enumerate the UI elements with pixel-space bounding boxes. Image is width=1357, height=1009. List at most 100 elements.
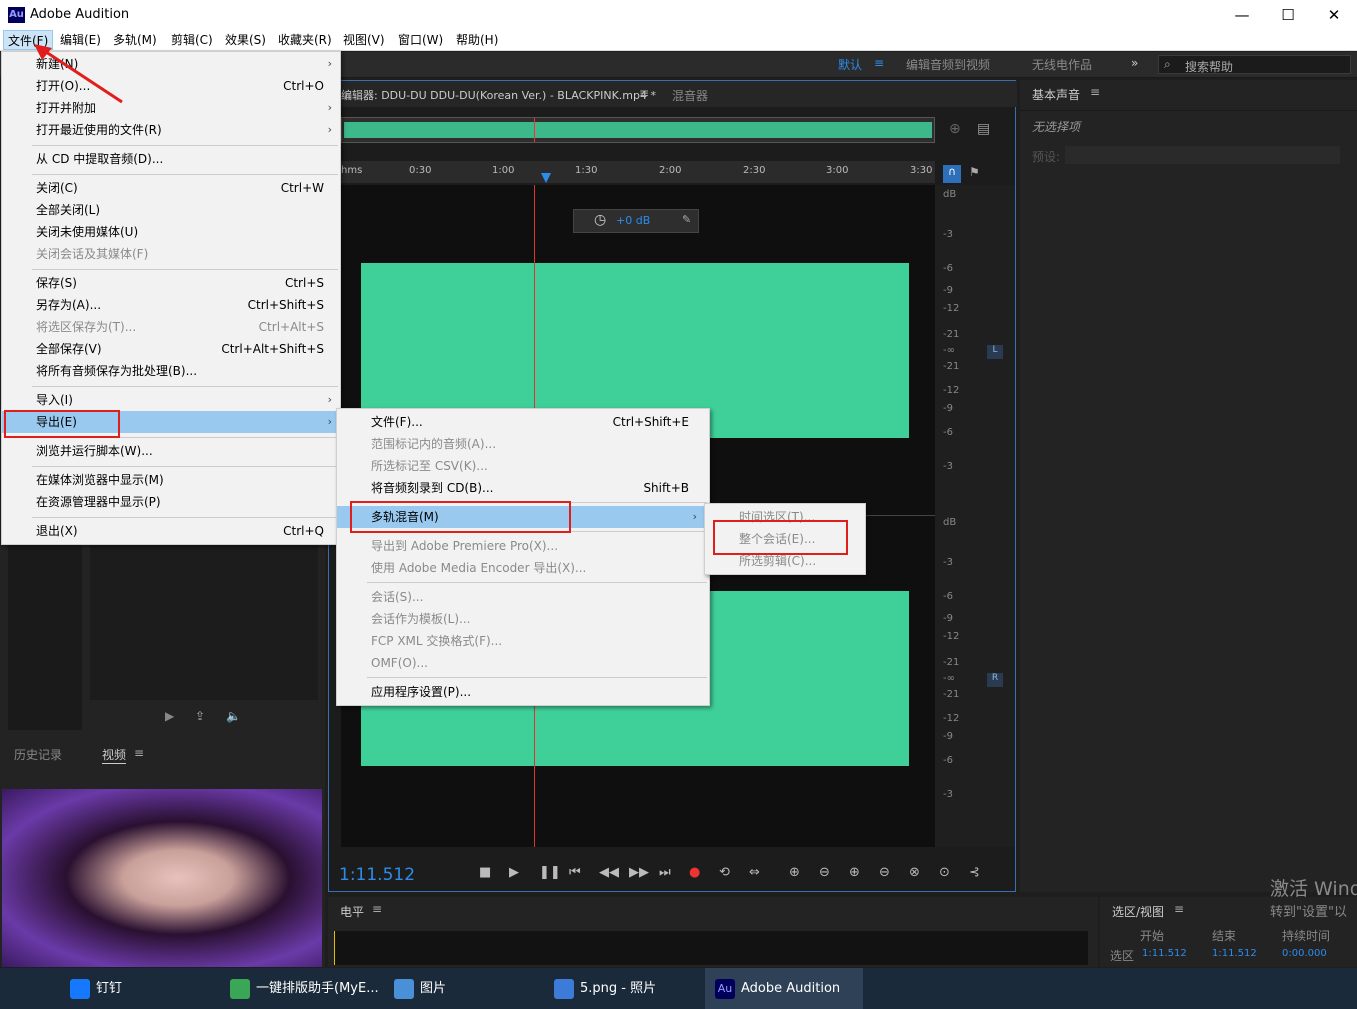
gain-value: +0 dB bbox=[616, 214, 651, 227]
menu-item-label: 保存(S) bbox=[36, 276, 77, 290]
workspace-radio[interactable]: 无线电作品 bbox=[1032, 56, 1092, 73]
close-button[interactable]: ✕ bbox=[1311, 0, 1357, 30]
stop-icon[interactable]: ■ bbox=[479, 865, 491, 880]
file-menu-save[interactable]: 保存(S) Ctrl+S bbox=[2, 272, 340, 294]
channel-l-badge[interactable]: L bbox=[987, 345, 1003, 359]
taskbar-dingtalk[interactable]: 钉钉 bbox=[70, 968, 122, 1009]
forward-icon[interactable]: ▶▶ bbox=[629, 865, 649, 880]
zoom-in-amplitude-icon[interactable]: ⊕ bbox=[789, 865, 800, 880]
selview-menu-icon[interactable]: ≡ bbox=[1174, 902, 1184, 916]
export-file[interactable]: 文件(F)... Ctrl+Shift+E bbox=[337, 411, 709, 433]
ruler-label: 3:00 bbox=[826, 165, 849, 176]
export-burn-cd[interactable]: 将音频刻录到 CD(B)... Shift+B bbox=[337, 477, 709, 499]
zoom-in-time-icon[interactable]: ⊕ bbox=[849, 865, 860, 880]
db-label: -6 bbox=[943, 263, 953, 274]
chevron-right-icon: › bbox=[327, 57, 332, 70]
time-ruler[interactable]: hms 0:30 1:00 1:30 2:00 2:30 3:00 3:30 bbox=[341, 161, 935, 183]
chevron-right-icon: › bbox=[327, 123, 332, 136]
file-menu-save-as[interactable]: 另存为(A)... Ctrl+Shift+S bbox=[2, 294, 340, 316]
taskbar-audition[interactable]: Au Adobe Audition bbox=[705, 968, 863, 1009]
menu-item-label: 导入(I) bbox=[36, 393, 73, 407]
selection-end[interactable]: 1:11.512 bbox=[1212, 948, 1257, 959]
pause-icon[interactable]: ❚❚ bbox=[539, 865, 561, 880]
file-menu-import[interactable]: 导入(I) › bbox=[2, 389, 340, 411]
gain-knob-icon[interactable]: ◷ bbox=[594, 212, 606, 228]
file-menu-close[interactable]: 关闭(C) Ctrl+W bbox=[2, 177, 340, 199]
file-menu-close-all[interactable]: 全部关闭(L) bbox=[2, 199, 340, 221]
play-preview-icon[interactable]: ▶ bbox=[165, 709, 174, 723]
rewind-icon[interactable]: ◀◀ bbox=[599, 865, 619, 880]
maximize-button[interactable]: ☐ bbox=[1265, 0, 1311, 30]
workspace-edit-video[interactable]: 编辑音频到视频 bbox=[906, 56, 990, 73]
levels-meter bbox=[334, 931, 1088, 965]
file-menu-reveal-media-browser[interactable]: 在媒体浏览器中显示(M) bbox=[2, 469, 340, 491]
tab-menu-icon[interactable]: ≡ bbox=[639, 86, 649, 100]
menu-item-label: 将所有音频保存为批处理(B)... bbox=[36, 364, 198, 378]
menu-favorites[interactable]: 收藏夹(R) bbox=[274, 30, 336, 50]
levels-menu-icon[interactable]: ≡ bbox=[372, 902, 382, 916]
zoom-full-icon[interactable]: ⊗ bbox=[909, 865, 920, 880]
col-start: 开始 bbox=[1140, 929, 1165, 943]
file-menu-exit[interactable]: 退出(X) Ctrl+Q bbox=[2, 520, 340, 542]
file-menu-open-recent[interactable]: 打开最近使用的文件(R) › bbox=[2, 119, 340, 141]
menu-effects[interactable]: 效果(S) bbox=[221, 30, 270, 50]
file-menu-save-batch[interactable]: 将所有音频保存为批处理(B)... bbox=[2, 360, 340, 382]
menu-separator bbox=[32, 269, 338, 270]
workspace-menu-icon[interactable]: ≡ bbox=[874, 56, 884, 70]
overview-bar[interactable] bbox=[341, 117, 935, 143]
preset-dropdown[interactable] bbox=[1065, 146, 1340, 164]
skip-selection-icon[interactable]: ⇔ bbox=[749, 865, 760, 880]
panel-menu-icon[interactable]: ≡ bbox=[1090, 85, 1100, 99]
menu-separator bbox=[32, 466, 338, 467]
db-label: -12 bbox=[943, 631, 960, 642]
tab-video[interactable]: 视频 bbox=[102, 746, 127, 764]
panel-list-icon[interactable]: ▤ bbox=[977, 121, 990, 137]
export-app-settings[interactable]: 应用程序设置(P)... bbox=[337, 681, 709, 703]
zoom-selection-icon[interactable]: ⊙ bbox=[939, 865, 950, 880]
selection-start[interactable]: 1:11.512 bbox=[1142, 948, 1187, 959]
hud-gain-control[interactable]: ◷ +0 dB ✎ bbox=[573, 209, 699, 233]
zoom-out-amplitude-icon[interactable]: ⊖ bbox=[819, 865, 830, 880]
editor-tab[interactable]: 编辑器: DDU-DU DDU-DU(Korean Ver.) - BLACKP… bbox=[341, 87, 656, 103]
taskbar-photos[interactable]: 5.png - 照片 bbox=[554, 968, 656, 1009]
menu-view[interactable]: 视图(V) bbox=[339, 30, 389, 50]
zoom-left-icon[interactable]: ⊰ bbox=[969, 865, 980, 880]
ruler-label: 1:00 bbox=[492, 165, 515, 176]
taskbar-label: 一键排版助手(MyE... bbox=[256, 981, 379, 996]
search-help-input[interactable]: ⌕ 搜索帮助 bbox=[1158, 55, 1351, 74]
loop-icon[interactable]: ⟲ bbox=[719, 865, 730, 880]
menu-help[interactable]: 帮助(H) bbox=[452, 30, 502, 50]
workspace-default[interactable]: 默认 bbox=[838, 56, 862, 73]
ruler-label: 1:30 bbox=[575, 165, 598, 176]
record-icon[interactable]: ● bbox=[689, 865, 700, 880]
menu-clip[interactable]: 剪辑(C) bbox=[167, 30, 217, 50]
file-menu-run-script[interactable]: 浏览并运行脚本(W)... bbox=[2, 440, 340, 462]
play-icon[interactable]: ▶ bbox=[509, 865, 519, 880]
file-menu-extract-cd[interactable]: 从 CD 中提取音频(D)... bbox=[2, 148, 340, 170]
marker-icon[interactable]: ⚑ bbox=[969, 165, 980, 179]
file-menu-close-unused[interactable]: 关闭未使用媒体(U) bbox=[2, 221, 340, 243]
tab-history[interactable]: 历史记录 bbox=[14, 746, 62, 763]
selection-duration[interactable]: 0:00.000 bbox=[1282, 948, 1327, 959]
video-tab-menu-icon[interactable]: ≡ bbox=[134, 746, 144, 760]
export-preview-icon[interactable]: ⇪ bbox=[195, 709, 205, 723]
snap-icon[interactable]: ∩ bbox=[943, 165, 961, 183]
zoom-out-time-icon[interactable]: ⊖ bbox=[879, 865, 890, 880]
file-menu-reveal-explorer[interactable]: 在资源管理器中显示(P) bbox=[2, 491, 340, 513]
taskbar-pictures[interactable]: 图片 bbox=[394, 968, 446, 1009]
db-label: -6 bbox=[943, 591, 953, 602]
taskbar-myeditor[interactable]: 一键排版助手(MyE... bbox=[230, 968, 379, 1009]
minimize-button[interactable]: — bbox=[1219, 0, 1265, 30]
volume-icon[interactable]: 🔈 bbox=[226, 709, 241, 723]
skip-end-icon[interactable]: ⏭ bbox=[659, 865, 671, 880]
file-menu-save-all[interactable]: 全部保存(V) Ctrl+Alt+Shift+S bbox=[2, 338, 340, 360]
pin-icon[interactable]: ✎ bbox=[682, 213, 691, 226]
zoom-icon[interactable]: ⊕ bbox=[949, 121, 961, 137]
menu-window[interactable]: 窗口(W) bbox=[394, 30, 447, 50]
playhead-marker[interactable] bbox=[541, 173, 551, 183]
more-workspaces-icon[interactable]: » bbox=[1131, 56, 1138, 70]
mixer-tab[interactable]: 混音器 bbox=[672, 87, 708, 104]
channel-r-badge[interactable]: R bbox=[987, 673, 1003, 687]
menu-item-label: 在资源管理器中显示(P) bbox=[36, 495, 161, 509]
skip-start-icon[interactable]: ⏮ bbox=[569, 865, 581, 880]
